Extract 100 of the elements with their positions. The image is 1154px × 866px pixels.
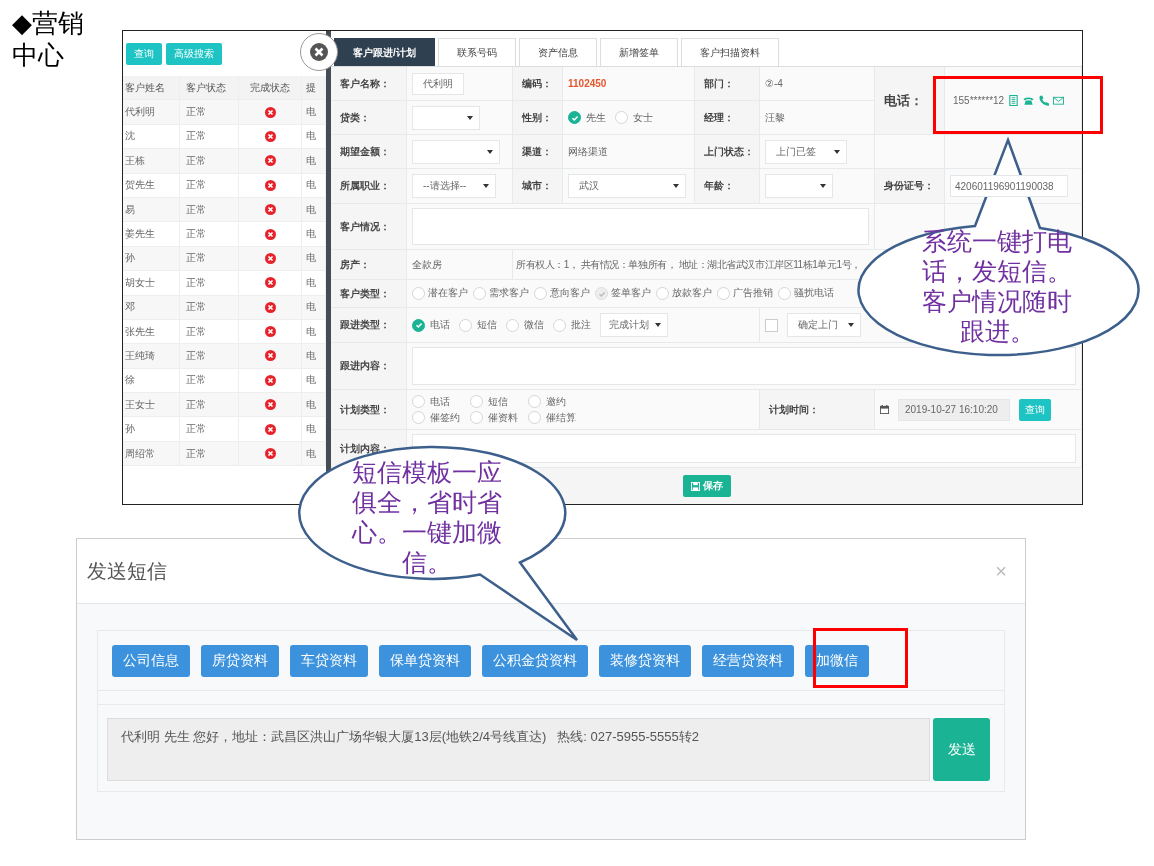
tab[interactable]: 联系号码 <box>437 38 516 66</box>
table-cell: 张先生 <box>123 319 180 345</box>
calendar-icon <box>880 405 889 414</box>
select-field[interactable]: 确定上门 <box>787 313 861 337</box>
column-header: 客户姓名 <box>123 76 180 101</box>
radio-option[interactable]: 电话 <box>412 394 460 409</box>
table-cell: 电 <box>302 149 326 174</box>
field-label: 上门状态： <box>695 135 760 169</box>
table-cell: 姜先生 <box>123 222 180 247</box>
field-label: 计划类型： <box>331 390 407 430</box>
table-cell: 电 <box>302 319 326 345</box>
table-cell: 电 <box>302 368 326 394</box>
tab[interactable]: 客户跟进/计划 <box>334 38 435 66</box>
template-button[interactable]: 房贷资料 <box>201 645 279 677</box>
select-field[interactable] <box>412 139 500 164</box>
caret-icon <box>487 149 493 154</box>
radio-option[interactable]: 催签约 <box>412 410 460 425</box>
field-label: 性别： <box>513 101 563 135</box>
caret-icon <box>834 149 840 154</box>
close-icon <box>310 43 328 61</box>
radio-option[interactable]: 催结算 <box>528 410 576 425</box>
table-cell: 王纯琦 <box>123 344 180 369</box>
radio-option[interactable]: 短信 <box>470 394 518 409</box>
template-button[interactable]: 加微信 <box>805 645 869 677</box>
caret-icon <box>483 184 489 188</box>
template-button[interactable]: 经营贷资料 <box>702 645 794 677</box>
table-cell: 孙 <box>123 246 180 272</box>
template-button[interactable]: 公积金贷资料 <box>482 645 588 677</box>
table-cell: 代利明 <box>123 100 180 125</box>
select-field[interactable]: 完成计划 <box>600 313 668 337</box>
table-cell: 王女士 <box>123 393 180 418</box>
template-button[interactable]: 装修贷资料 <box>599 645 691 677</box>
tab[interactable]: 新增签单 <box>599 38 678 66</box>
field-label: 年龄： <box>695 169 760 204</box>
select-field[interactable]: 上门已签 <box>765 139 847 164</box>
template-button[interactable]: 保单贷资料 <box>379 645 471 677</box>
table-cell: 徐 <box>123 368 180 394</box>
envelope-icon[interactable] <box>1053 95 1065 106</box>
date-field[interactable]: 2019-10-27 16:10:20 <box>898 398 1010 421</box>
field-label: 所属职业： <box>331 169 407 204</box>
field-value: 网络渠道 <box>568 144 608 159</box>
table-cell: 邓 <box>123 295 180 320</box>
radio-option[interactable]: 微信 <box>506 318 544 332</box>
phone-number: 155******12 <box>953 95 1005 106</box>
table-cell: 正常 <box>179 149 239 174</box>
radio-option[interactable]: 女士 <box>615 110 653 125</box>
table-cell: 胡女士 <box>123 271 180 296</box>
table-cell: 贺先生 <box>123 173 180 198</box>
caret-icon <box>848 323 854 327</box>
select-field[interactable] <box>412 105 480 130</box>
table-cell: 正常 <box>179 393 239 418</box>
field-value: 全款房 <box>412 257 442 272</box>
tab[interactable]: 资产信息 <box>518 38 597 66</box>
table-cell: 电 <box>302 393 326 418</box>
radio-option[interactable]: 催资料 <box>470 410 518 425</box>
phone-icon[interactable] <box>1038 95 1050 106</box>
card-icon[interactable] <box>1008 95 1020 106</box>
text-area[interactable] <box>412 347 1076 385</box>
table-cell: 电 <box>302 271 326 296</box>
column-header: 完成状态 <box>238 76 303 101</box>
checkbox[interactable] <box>765 318 778 332</box>
caret-icon <box>655 323 661 327</box>
field-label: 跟进类型： <box>331 308 407 343</box>
radio-option[interactable]: 电话 <box>412 318 450 332</box>
template-button[interactable]: 车贷资料 <box>290 645 368 677</box>
field-label: 编码： <box>513 67 563 101</box>
table-cell: 王栋 <box>123 149 180 174</box>
input-field[interactable]: 代利明 <box>412 72 464 95</box>
radio-option[interactable]: 短信 <box>459 318 497 332</box>
callout-text: 系统一键打电话，发短信。客户情况随时跟进。 <box>921 227 1073 347</box>
field-label: 贷类： <box>331 101 407 135</box>
select-field[interactable]: 武汉 <box>568 174 686 198</box>
table-cell: 电 <box>302 246 326 272</box>
telephone-icon[interactable] <box>1023 95 1035 106</box>
select-field[interactable] <box>765 174 833 198</box>
caret-icon <box>820 184 826 188</box>
table-cell: 孙 <box>123 417 180 442</box>
text-area[interactable] <box>412 208 869 245</box>
table-cell: 周绍常 <box>123 441 180 467</box>
field-label: 房产： <box>331 250 407 280</box>
template-button[interactable]: 公司信息 <box>112 645 190 677</box>
radio-option[interactable]: 先生 <box>568 110 606 125</box>
table-cell: 正常 <box>179 417 239 442</box>
field-label: 部门： <box>695 67 760 101</box>
select-field[interactable]: --请选择-- <box>412 174 496 198</box>
radio-option[interactable]: 批注 <box>553 318 591 332</box>
table-cell: 正常 <box>179 271 239 296</box>
close-button[interactable] <box>300 33 338 71</box>
table-cell: 正常 <box>179 100 239 125</box>
field-label: 客户名称： <box>331 67 407 101</box>
column-header: 客户状态 <box>179 76 239 101</box>
field-label: 期望金额： <box>331 135 407 169</box>
input-field[interactable]: 420601196901190038 <box>950 175 1068 197</box>
slide-title: ◆营销中心 <box>12 8 85 72</box>
table-cell: 电 <box>302 222 326 247</box>
field-label: 计划时间： <box>760 390 875 430</box>
radio-option[interactable]: 邀约 <box>528 394 576 409</box>
message-field[interactable]: 代利明 先生 您好，地址：武昌区洪山广场华银大厦13层(地铁2/4号线直达) 热线: 027-5955-5555转2 <box>107 718 930 781</box>
tab[interactable]: 客户扫描资料 <box>680 38 779 66</box>
table-cell: 电 <box>302 124 326 150</box>
